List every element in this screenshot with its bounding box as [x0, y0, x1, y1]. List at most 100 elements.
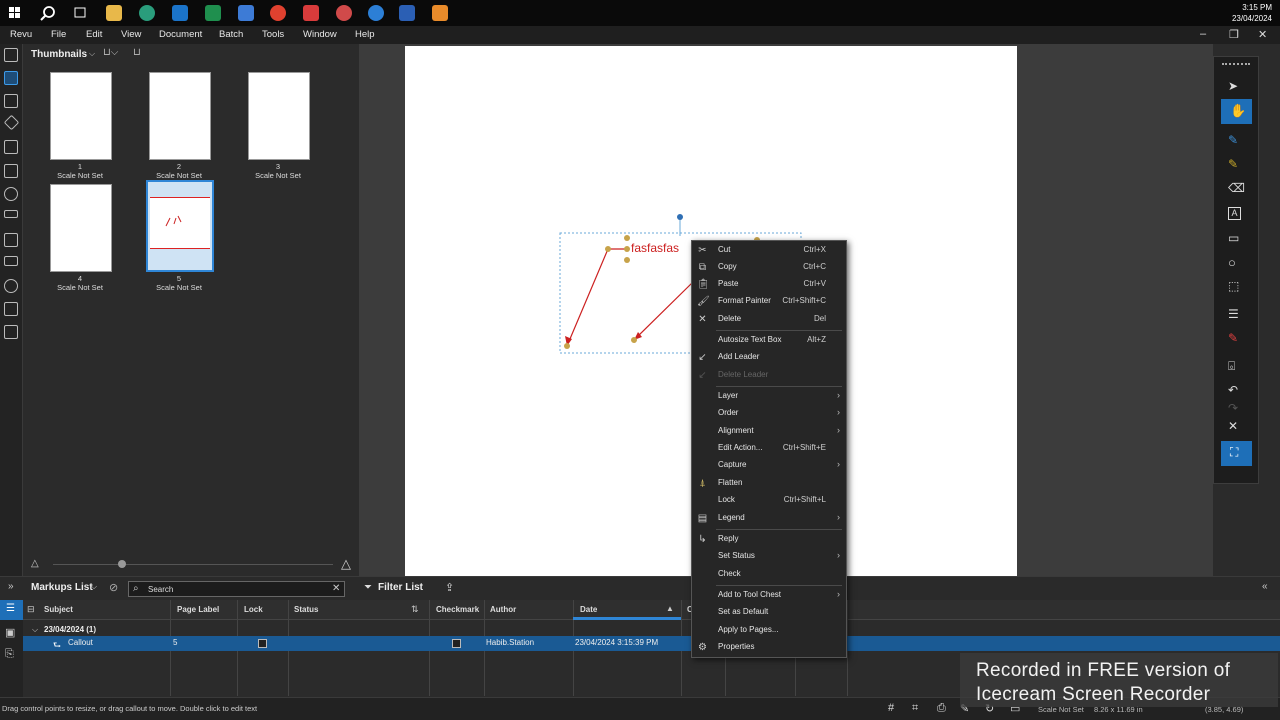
menu-item-copy[interactable]: ⧉ Copy Ctrl+C — [692, 259, 846, 276]
column-date[interactable]: Date — [580, 605, 597, 614]
measurements-icon[interactable] — [4, 210, 18, 218]
snap-icon[interactable]: ⌗ — [912, 702, 918, 715]
clock[interactable]: 3:15 PM 23/04/2024 — [1232, 2, 1272, 24]
text-box-icon[interactable]: A — [1228, 207, 1241, 220]
column-lock[interactable]: Lock — [244, 605, 263, 614]
highlight-icon[interactable]: ✎ — [1228, 157, 1244, 173]
column-page-label[interactable]: Page Label — [177, 605, 219, 614]
close-window-icon[interactable]: ✕ — [1258, 28, 1267, 41]
panel-toggle-icon[interactable] — [4, 48, 18, 62]
sets-icon[interactable] — [4, 302, 18, 316]
small-triangle-icon[interactable]: △ — [31, 558, 39, 569]
menu-revu[interactable]: Revu — [10, 29, 32, 40]
fullscreen-button[interactable]: ⛶ — [1221, 441, 1252, 466]
callout-text[interactable]: fasfasfas — [631, 241, 679, 255]
filter-list-button[interactable]: Filter List — [378, 582, 423, 593]
menu-item-format-painter[interactable]: 🖌︎ Format Painter Ctrl+Shift+C — [692, 293, 846, 310]
chevron-down-icon[interactable]: ⌵ — [91, 582, 97, 592]
large-triangle-icon[interactable]: △ — [341, 556, 351, 572]
menu-item-delete[interactable]: ✕ Delete Del — [692, 311, 846, 328]
thumbnail-size-icon[interactable]: ⊔⌵ — [103, 47, 118, 58]
line-width-icon[interactable]: ☰ — [1228, 307, 1244, 323]
menu-item-edit-action[interactable]: Edit Action... Ctrl+Shift+E — [692, 440, 846, 457]
close-icon[interactable]: ✕ — [1228, 419, 1244, 435]
task-view-icon[interactable] — [73, 5, 89, 21]
group-header[interactable]: 23/04/2024 (1) — [44, 625, 96, 634]
grid-icon[interactable]: # — [888, 702, 894, 714]
menu-item-properties[interactable]: ⚙ Properties — [692, 639, 846, 656]
ellipse-icon[interactable]: ○ — [1228, 255, 1244, 271]
word-icon[interactable] — [399, 5, 415, 21]
pan-tool-selected[interactable]: ✋ — [1221, 99, 1252, 124]
menu-item-legend[interactable]: ▤ Legend › — [692, 510, 846, 527]
search-input[interactable]: ⌕ Search ✕ — [128, 581, 345, 597]
snapshot-icon[interactable]: ⌻ — [1228, 359, 1244, 375]
page-thumbnail-4[interactable] — [50, 184, 112, 272]
grip-icon[interactable] — [1222, 63, 1250, 65]
eraser-icon[interactable]: ⌫ — [1228, 181, 1245, 197]
column-status[interactable]: Status — [294, 605, 318, 614]
menu-item-apply-to-pages[interactable]: Apply to Pages... — [692, 622, 846, 639]
links-icon[interactable] — [4, 256, 18, 266]
callout-tool-icon[interactable]: ▭ — [1228, 231, 1244, 247]
menu-batch[interactable]: Batch — [219, 29, 243, 40]
store-icon[interactable] — [238, 5, 254, 21]
search-icon[interactable] — [40, 5, 56, 21]
layers-icon[interactable] — [3, 114, 20, 131]
control-point[interactable] — [605, 246, 611, 252]
menu-item-autosize[interactable]: Autosize Text Box Alt+Z — [692, 332, 846, 349]
menu-edit[interactable]: Edit — [86, 29, 102, 40]
file-explorer-icon[interactable] — [106, 5, 122, 21]
cloud-icon[interactable]: ⬚ — [1228, 279, 1244, 295]
collapse-icon[interactable]: » — [8, 581, 14, 592]
menu-item-lock[interactable]: Lock Ctrl+Shift+L — [692, 492, 846, 509]
edge-icon[interactable] — [139, 5, 155, 21]
page-thumbnail-1[interactable] — [50, 72, 112, 160]
menu-document[interactable]: Document — [159, 29, 202, 40]
summary-icon[interactable]: ▣ — [5, 626, 15, 639]
checkmark-checkbox[interactable] — [452, 639, 461, 648]
restore-icon[interactable]: ❐ — [1229, 28, 1239, 41]
lock-checkbox[interactable] — [258, 639, 267, 648]
thumbnails-icon[interactable] — [4, 71, 18, 85]
chevron-down-icon[interactable]: ⌵ — [89, 49, 95, 59]
menu-item-order[interactable]: Order › — [692, 405, 846, 422]
toolchest-icon[interactable] — [4, 164, 18, 178]
group-chevron-icon[interactable]: ⌵ — [32, 625, 38, 635]
studio-icon[interactable] — [4, 325, 18, 339]
menu-window[interactable]: Window — [303, 29, 337, 40]
select-icon[interactable]: ➤ — [1228, 79, 1244, 95]
export-icon[interactable]: ⇪ — [445, 581, 454, 594]
menu-tools[interactable]: Tools — [262, 29, 284, 40]
control-point[interactable] — [624, 257, 630, 263]
chrome-profile-icon[interactable] — [336, 5, 352, 21]
hide-icon[interactable]: ⊘ — [109, 581, 118, 594]
menu-item-add-to-tool-chest[interactable]: Add to Tool Chest › — [692, 587, 846, 604]
sync-icon[interactable]: ⎙ — [937, 702, 946, 715]
menu-item-add-leader[interactable]: ↙ Add Leader — [692, 349, 846, 366]
menu-file[interactable]: File — [51, 29, 66, 40]
page-thumbnail-3[interactable] — [248, 72, 310, 160]
menu-item-cut[interactable]: ✂ Cut Ctrl+X — [692, 242, 846, 259]
column-author[interactable]: Author — [490, 605, 516, 614]
properties-icon[interactable] — [4, 187, 18, 201]
menu-item-capture[interactable]: Capture › — [692, 457, 846, 474]
menu-item-reply[interactable]: ↳ Reply — [692, 531, 846, 548]
slider-handle[interactable] — [118, 560, 126, 568]
search-panel-icon[interactable] — [4, 279, 18, 293]
list-view-button[interactable]: ☰ — [0, 600, 23, 620]
menu-help[interactable]: Help — [355, 29, 375, 40]
menu-item-set-status[interactable]: Set Status › — [692, 548, 846, 565]
menu-item-layer[interactable]: Layer › — [692, 388, 846, 405]
control-point[interactable] — [624, 246, 630, 252]
control-point[interactable] — [564, 343, 570, 349]
windows-start-icon[interactable] — [9, 7, 21, 19]
thumbnail-options-icon[interactable]: ⊔ — [133, 47, 141, 58]
menu-item-check[interactable]: Check — [692, 566, 846, 583]
minimize-icon[interactable]: – — [1200, 28, 1206, 40]
page-thumbnail-5-selected[interactable] — [146, 180, 214, 272]
page-thumbnail-2[interactable] — [149, 72, 211, 160]
filter-icon[interactable]: ⏷ — [364, 582, 372, 593]
menu-item-flatten[interactable]: ⍋ Flatten — [692, 475, 846, 492]
clear-search-icon[interactable]: ✕ — [332, 583, 340, 594]
